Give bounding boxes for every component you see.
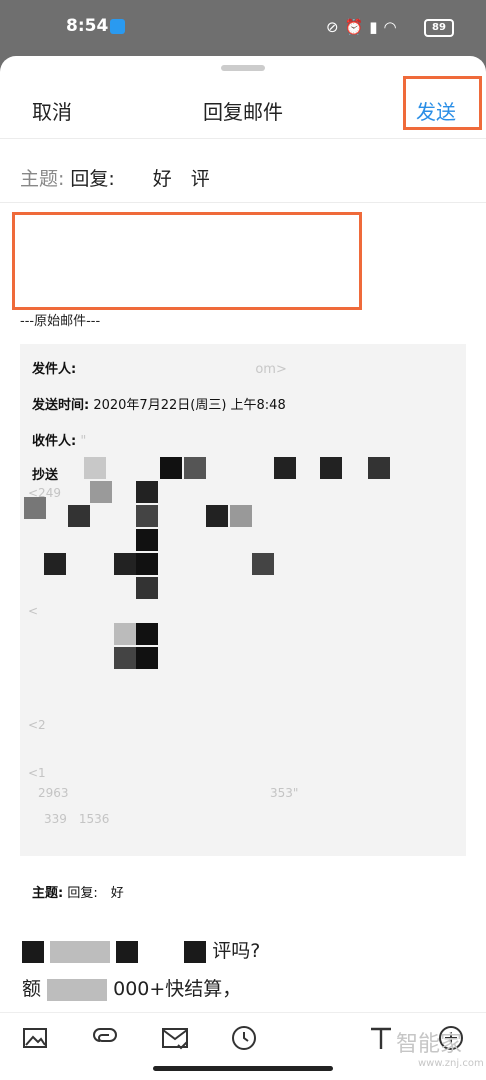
orig-subject-label: 主题: bbox=[32, 886, 64, 901]
watermark-url: www.znj.com bbox=[418, 1058, 484, 1069]
orig-subject-value: 回复: 好 bbox=[67, 886, 124, 901]
home-indicator[interactable] bbox=[153, 1066, 333, 1071]
sheet-handle[interactable] bbox=[221, 65, 265, 71]
cc-row: 抄送 bbox=[32, 464, 58, 483]
status-time: 8:54 bbox=[66, 16, 109, 36]
subject-field[interactable]: 主题: 回复: 好 评 bbox=[20, 164, 210, 191]
text-format-icon[interactable] bbox=[366, 1023, 396, 1053]
reply-body-input[interactable] bbox=[12, 212, 362, 310]
to-value: " bbox=[80, 434, 87, 449]
original-mail: 发件人: om> 发送时间: 2020年7月22日(周三) 上午8:48 收件人… bbox=[20, 344, 466, 901]
status-icons: ⊘⏰▮◠ bbox=[326, 18, 403, 36]
subject-value: 回复: 好 评 bbox=[70, 168, 210, 190]
subject-label: 主题: bbox=[20, 168, 65, 190]
reply-sheet: 取消 回复邮件 发送 主题: 回复: 好 评 ---原始邮件--- 发件人: om… bbox=[0, 56, 486, 1080]
image-icon[interactable] bbox=[20, 1023, 50, 1053]
send-highlight-box bbox=[403, 76, 482, 130]
from-value: om> bbox=[255, 362, 287, 377]
clock-icon[interactable] bbox=[229, 1023, 259, 1053]
from-label: 发件人: bbox=[32, 362, 77, 377]
status-bar: 8:54 ⊘⏰▮◠ 89 bbox=[0, 0, 486, 56]
quoted-text-line-1: 评吗? bbox=[22, 936, 260, 963]
location-icon bbox=[110, 19, 125, 34]
cc-label: 抄送 bbox=[32, 468, 59, 483]
alarm-icon: ⏰ bbox=[344, 18, 370, 36]
wifi-icon: ◠ bbox=[383, 18, 403, 36]
mail-check-icon[interactable] bbox=[160, 1023, 190, 1053]
orig-subject-row: 主题: 回复: 好 bbox=[32, 882, 124, 901]
to-row: 收件人: " bbox=[32, 430, 86, 449]
to-label: 收件人: bbox=[32, 434, 77, 449]
from-row: 发件人: om> bbox=[32, 358, 287, 377]
time-value: 2020年7月22日(周三) 上午8:48 bbox=[93, 398, 286, 413]
battery-icon: 89 bbox=[424, 19, 454, 37]
time-row: 发送时间: 2020年7月22日(周三) 上午8:48 bbox=[32, 394, 286, 413]
time-label: 发送时间: bbox=[32, 398, 90, 413]
original-mail-divider: ---原始邮件--- bbox=[20, 314, 101, 329]
signal-icon: ▮ bbox=[369, 18, 384, 36]
mute-icon: ⊘ bbox=[326, 18, 345, 36]
divider bbox=[0, 138, 486, 139]
divider bbox=[0, 202, 486, 203]
attachment-icon[interactable] bbox=[90, 1023, 120, 1053]
watermark: 智能家 bbox=[396, 1032, 463, 1057]
quoted-text-line-2: 额 000+快结算， bbox=[22, 978, 242, 1001]
